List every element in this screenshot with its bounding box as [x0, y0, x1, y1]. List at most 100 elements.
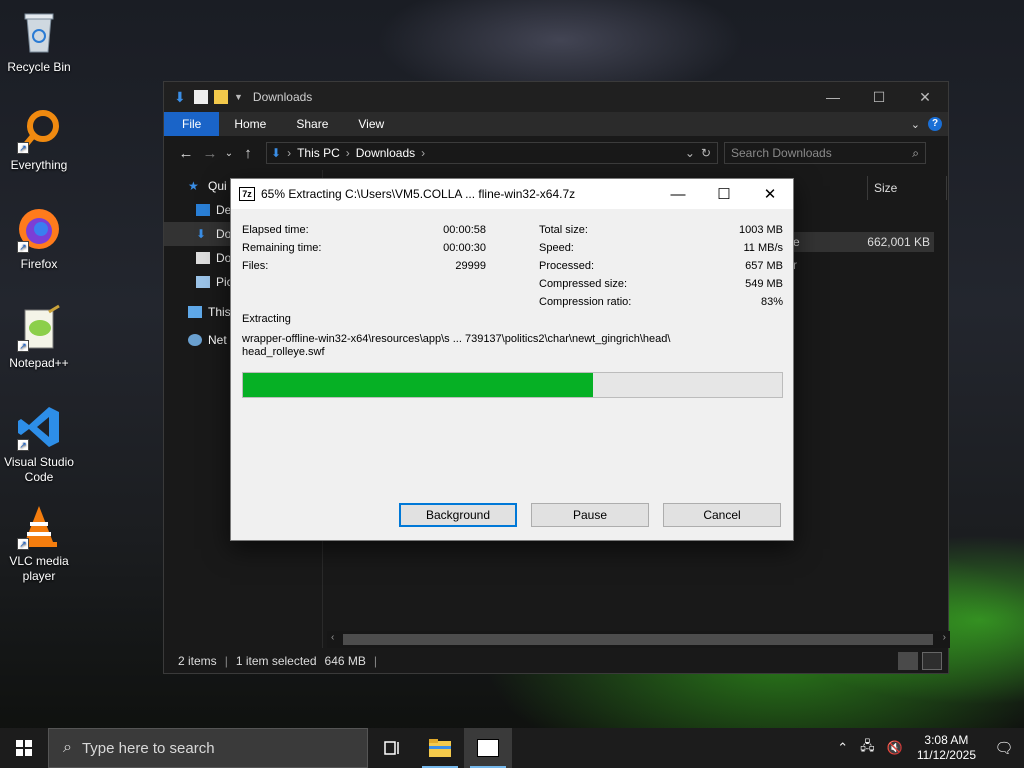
chevron-down-icon[interactable]: ▼: [234, 92, 243, 102]
volume-muted-icon[interactable]: 🔇: [881, 740, 909, 756]
firefox-icon: ↗: [15, 205, 63, 253]
dialog-minimize-button[interactable]: —: [655, 179, 701, 209]
downloads-folder-icon: ⬇: [196, 227, 207, 241]
breadcrumb-downloads[interactable]: Downloads: [356, 146, 415, 160]
desktop-icon-everything[interactable]: ↗ Everything: [0, 106, 78, 173]
network-icon[interactable]: 🖧: [854, 737, 881, 759]
stat-total-size: Total size: 1003 MB: [539, 224, 783, 236]
large-icons-view-button[interactable]: [922, 652, 942, 670]
recycle-bin-icon: [15, 8, 63, 56]
shortcut-arrow-icon: ↗: [17, 340, 29, 352]
taskbar-search-placeholder: Type here to search: [81, 739, 215, 757]
clock-time: 3:08 AM: [924, 733, 969, 747]
desktop-icon-label: Everything: [10, 158, 68, 172]
tab-view[interactable]: View: [343, 112, 399, 136]
scroll-right-icon[interactable]: ›: [943, 632, 946, 643]
shortcut-arrow-icon: ↗: [17, 439, 29, 451]
background-button[interactable]: Background: [399, 503, 517, 527]
start-button[interactable]: [0, 728, 48, 768]
maximize-button[interactable]: ☐: [856, 82, 902, 112]
scrollbar-thumb[interactable]: [343, 634, 933, 645]
taskbar-7zip[interactable]: 7z: [464, 728, 512, 768]
close-button[interactable]: ✕: [902, 82, 948, 112]
expand-ribbon-icon[interactable]: ⌄: [911, 118, 920, 131]
stat-compression-ratio: Compression ratio: 83%: [539, 296, 783, 308]
pause-button[interactable]: Pause: [531, 503, 649, 527]
address-row: ← → ⌄ ↑ ⬇ › This PC › Downloads › ⌄ ↻ Se…: [164, 136, 948, 170]
file-size: 662,001 KB: [867, 235, 930, 249]
dialog-maximize-button[interactable]: ☐: [701, 179, 747, 209]
stat-elapsed-time: Elapsed time: 00:00:58: [242, 224, 486, 236]
forward-arrow-icon[interactable]: →: [198, 145, 222, 162]
vlc-icon: ↗: [15, 502, 63, 550]
everything-icon: ↗: [15, 106, 63, 154]
7zip-icon: 7z: [477, 739, 499, 757]
new-folder-icon[interactable]: [214, 90, 228, 104]
cancel-button[interactable]: Cancel: [663, 503, 781, 527]
dialog-titlebar[interactable]: 7z 65% Extracting C:\Users\VM5.COLLA ...…: [231, 179, 793, 209]
desktop-icon-label: Recycle Bin: [7, 60, 71, 74]
desktop-icon-label: VLC media player: [9, 554, 69, 583]
search-icon: ⌕: [912, 145, 919, 160]
address-dropdown-icon[interactable]: ⌄: [685, 146, 695, 160]
desktop-icon-recycle-bin[interactable]: Recycle Bin: [0, 8, 78, 75]
desktop-icon-label: Notepad++: [9, 356, 69, 370]
7zip-icon: 7z: [239, 187, 255, 201]
taskbar-search-input[interactable]: ⌕ Type here to search: [48, 728, 368, 768]
computer-icon: [188, 306, 202, 318]
desktop-folder-icon: [196, 204, 210, 216]
task-view-button[interactable]: [368, 728, 416, 768]
dialog-close-button[interactable]: ✕: [747, 179, 793, 209]
downloads-folder-icon: ⬇: [271, 146, 282, 160]
window-title: Downloads: [252, 90, 313, 104]
file-name-partial: e: [793, 235, 800, 249]
back-arrow-icon[interactable]: ←: [174, 145, 198, 162]
stat-speed: Speed: 11 MB/s: [539, 242, 783, 254]
shortcut-arrow-icon: ↗: [17, 241, 29, 253]
breadcrumb-this-pc[interactable]: This PC: [297, 146, 340, 160]
extraction-progress-dialog[interactable]: 7z 65% Extracting C:\Users\VM5.COLLA ...…: [230, 178, 794, 541]
selection-size: 646 MB: [324, 654, 366, 668]
horizontal-scrollbar[interactable]: ‹ ›: [327, 631, 950, 648]
taskbar-file-explorer[interactable]: [416, 728, 464, 768]
desktop-icon-vscode[interactable]: ↗ Visual Studio Code: [0, 403, 78, 485]
details-view-button[interactable]: [898, 652, 918, 670]
notification-center-icon[interactable]: 🗨: [984, 739, 1024, 757]
desktop-icon-vlc[interactable]: ↗ VLC media player: [0, 502, 78, 584]
tab-share[interactable]: Share: [281, 112, 343, 136]
clock[interactable]: 3:08 AM 11/12/2025: [909, 733, 984, 763]
recent-locations-icon[interactable]: ⌄: [222, 148, 236, 159]
file-explorer-icon: [429, 739, 451, 757]
help-icon[interactable]: ?: [928, 117, 942, 131]
extraction-progress-bar: [242, 372, 783, 398]
up-arrow-icon[interactable]: ↑: [236, 145, 260, 162]
show-hidden-icons-icon[interactable]: ⌃: [831, 740, 854, 756]
minimize-button[interactable]: —: [810, 82, 856, 112]
stat-processed: Processed: 657 MB: [539, 260, 783, 272]
vscode-icon: ↗: [15, 403, 63, 451]
scroll-left-icon[interactable]: ‹: [331, 632, 334, 643]
column-header-size[interactable]: Size: [867, 176, 947, 200]
tab-file[interactable]: File: [164, 112, 220, 136]
desktop-icon-notepad-plus-plus[interactable]: ↗ Notepad++: [0, 304, 78, 371]
ribbon-tabs: File Home Share View ⌄ ?: [164, 112, 948, 136]
system-tray: ⌃ 🖧 🔇 3:08 AM 11/12/2025 🗨: [831, 728, 1024, 768]
status-bar: 2 items | 1 item selected 646 MB |: [164, 649, 948, 673]
search-input[interactable]: Search Downloads ⌕: [724, 142, 926, 164]
desktop-icon-label: Firefox: [20, 257, 58, 271]
explorer-titlebar[interactable]: ⬇ ▼ Downloads — ☐ ✕: [164, 82, 948, 112]
extracting-file-path: wrapper-offline-win32-x64\resources\app\…: [242, 333, 671, 358]
desktop-icon-firefox[interactable]: ↗ Firefox: [0, 205, 78, 272]
clock-date: 11/12/2025: [916, 748, 976, 762]
refresh-icon[interactable]: ↻: [701, 146, 711, 160]
address-bar[interactable]: ⬇ › This PC › Downloads › ⌄ ↻: [266, 142, 718, 164]
search-icon: ⌕: [63, 739, 72, 756]
taskbar: ⌕ Type here to search 7z ⌃ 🖧 🔇 3:08 AM 1…: [0, 728, 1024, 768]
search-placeholder: Search Downloads: [731, 146, 832, 160]
selection-count: 1 item selected: [235, 654, 317, 668]
stat-compressed-size: Compressed size: 549 MB: [539, 278, 783, 290]
tab-home[interactable]: Home: [219, 112, 281, 136]
item-count: 2 items: [178, 654, 217, 668]
properties-icon[interactable]: [194, 90, 208, 104]
desktop-icon-label: Visual Studio Code: [4, 455, 74, 484]
